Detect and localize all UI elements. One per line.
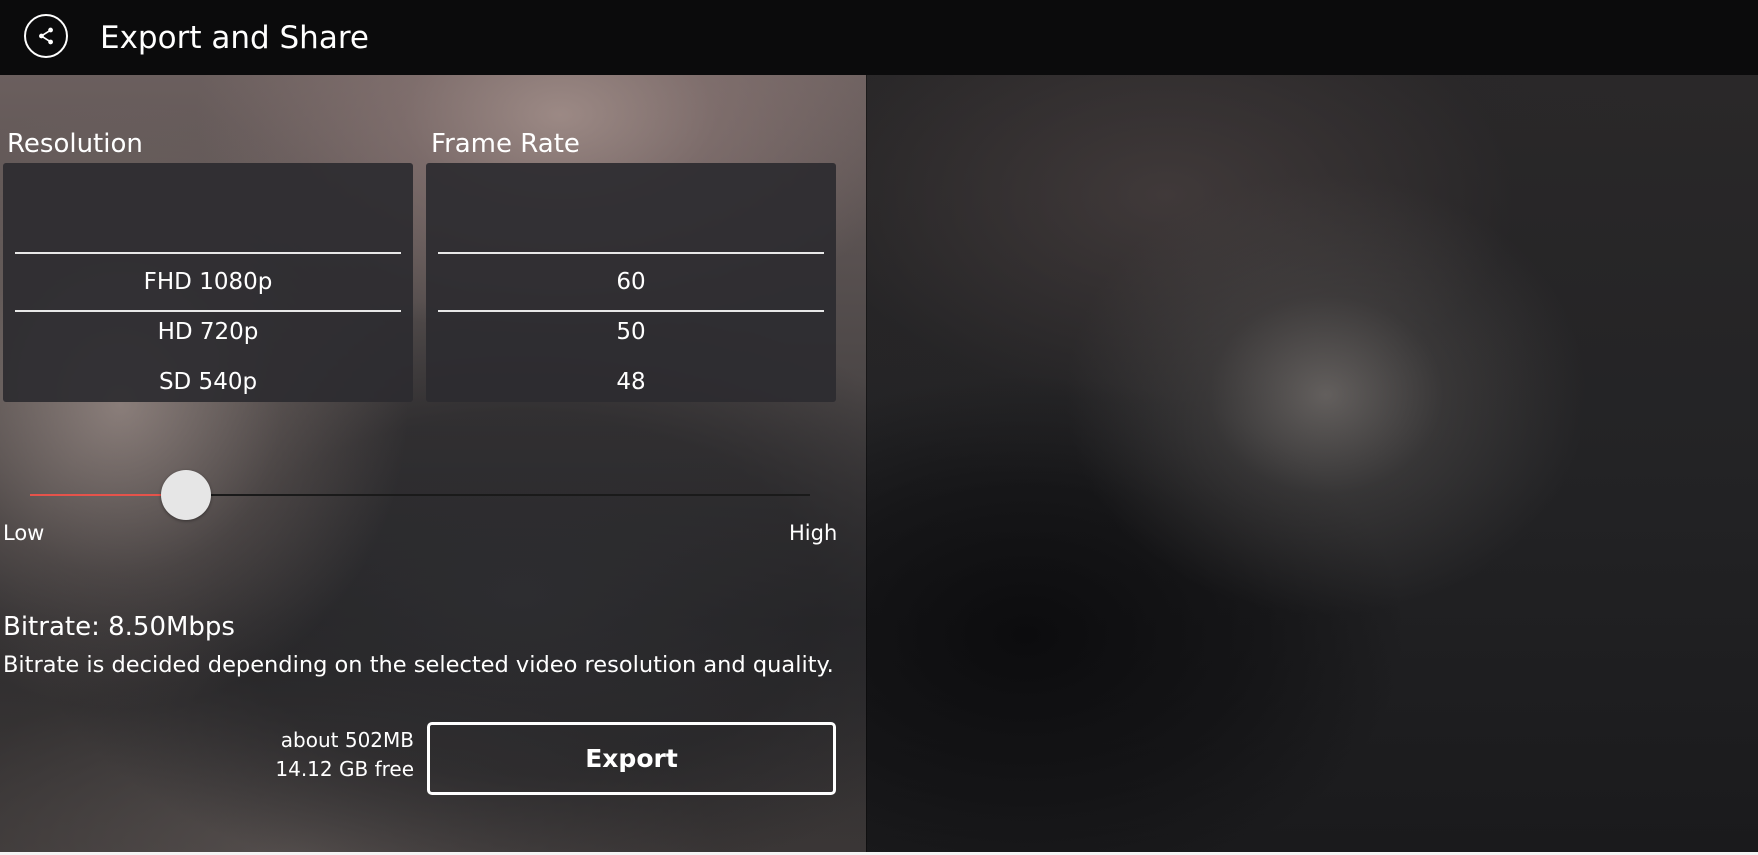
picker-selection-line-top (438, 252, 824, 254)
quality-slider[interactable] (30, 470, 810, 520)
slider-thumb[interactable] (161, 470, 211, 520)
slider-track (186, 494, 810, 496)
bitrate-value: Bitrate: 8.50Mbps (3, 612, 235, 642)
resolution-option-fhd-1080p[interactable]: FHD 1080p (3, 267, 413, 297)
export-button[interactable]: Export (427, 722, 836, 795)
resolution-label: Resolution (7, 129, 143, 159)
share-icon (39, 27, 53, 45)
share-back-button[interactable] (24, 14, 68, 58)
picker-selection-line-bottom (15, 310, 401, 312)
free-storage: 14.12 GB free (275, 757, 414, 781)
estimated-file-size: about 502MB (280, 728, 414, 752)
frame-rate-label: Frame Rate (431, 129, 580, 159)
picker-selection-line-top (15, 252, 401, 254)
resolution-option-hd-720p[interactable]: HD 720p (3, 317, 413, 347)
export-screen: Export and Share Resolution FHD 1080p HD… (0, 0, 1758, 855)
video-preview (866, 75, 1758, 855)
slider-low-label: Low (3, 521, 45, 545)
frame-rate-option-48[interactable]: 48 (426, 367, 836, 397)
page-title: Export and Share (100, 20, 369, 56)
top-bar: Export and Share (0, 0, 1758, 75)
bitrate-description: Bitrate is decided depending on the sele… (3, 652, 834, 678)
frame-rate-option-50[interactable]: 50 (426, 317, 836, 347)
resolution-option-sd-540p[interactable]: SD 540p (3, 367, 413, 397)
frame-rate-option-60[interactable]: 60 (426, 267, 836, 297)
panel-divider (866, 75, 867, 855)
frame-rate-picker[interactable]: 60 50 48 (426, 163, 836, 402)
picker-selection-line-bottom (438, 310, 824, 312)
slider-high-label: High (789, 521, 838, 545)
resolution-picker[interactable]: FHD 1080p HD 720p SD 540p (3, 163, 413, 402)
export-size-info: about 502MB 14.12 GB free (275, 726, 414, 784)
